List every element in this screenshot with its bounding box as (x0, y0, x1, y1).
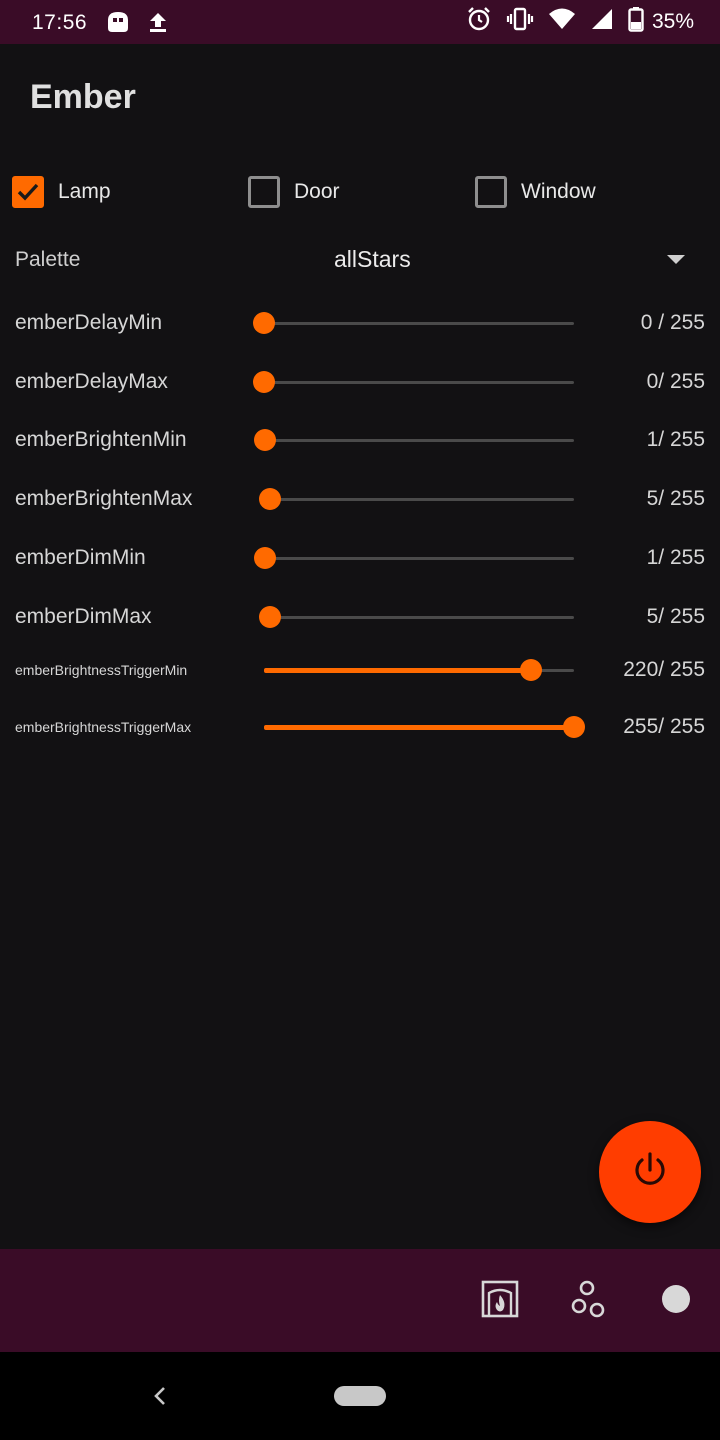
slider-value: 255/ 255 (623, 715, 705, 738)
ember-brightness-trigger-min-slider[interactable] (264, 650, 574, 690)
ember-dim-min-slider[interactable] (254, 538, 574, 578)
fireplace-icon (480, 1279, 520, 1324)
ember-brighten-max-slider[interactable] (259, 479, 574, 519)
circles-icon (569, 1279, 607, 1324)
slider-thumb[interactable] (253, 312, 275, 334)
power-icon (630, 1150, 670, 1195)
slider-thumb[interactable] (520, 659, 543, 681)
lamp-checkbox[interactable]: Lamp (12, 172, 111, 212)
slider-label: emberBrightenMax (15, 487, 193, 510)
slider-label: emberDelayMax (15, 370, 168, 393)
home-pill-button[interactable] (334, 1386, 386, 1406)
dot-icon (660, 1283, 692, 1320)
slider-value: 5/ 255 (646, 605, 705, 628)
status-time: 17:56 (32, 11, 88, 34)
dropdown-arrow-icon[interactable] (664, 252, 688, 266)
status-bar: 17:56 35% (0, 0, 720, 44)
slider-row: emberBrightenMin 1/ 255 (0, 420, 720, 460)
slider-row: emberBrightenMax 5/ 255 (0, 479, 720, 519)
wifi-icon (548, 7, 576, 37)
app-title: Ember (30, 78, 136, 116)
slider-value: 1/ 255 (646, 546, 705, 569)
signal-icon (590, 7, 614, 37)
slider-track-fill (264, 725, 574, 730)
checkbox-checked-icon (12, 176, 44, 208)
ember-brightness-trigger-max-slider[interactable] (264, 707, 585, 747)
slider-track (264, 322, 574, 325)
slider-track (264, 439, 574, 442)
palette-row: Palette allStars (0, 236, 720, 280)
alarm-icon (466, 6, 492, 38)
ember-dim-max-slider[interactable] (259, 597, 574, 637)
palette-label: Palette (15, 248, 81, 271)
slider-label: emberDimMax (15, 605, 152, 628)
device-checkbox-row: Lamp Door Window (0, 172, 720, 212)
slider-label: emberBrightnessTriggerMin (15, 662, 188, 678)
bottom-app-bar (0, 1249, 720, 1352)
palette-select[interactable]: allStars (334, 246, 411, 273)
door-label: Door (294, 180, 340, 203)
slider-value: 5/ 255 (646, 487, 705, 510)
door-checkbox[interactable]: Door (248, 172, 340, 212)
slider-label: emberDimMin (15, 546, 146, 569)
slider-label: emberBrightnessTriggerMax (15, 719, 192, 735)
slider-row: emberDimMax 5/ 255 (0, 597, 720, 637)
fireplace-button[interactable] (478, 1279, 522, 1323)
slider-thumb[interactable] (253, 371, 275, 393)
window-checkbox[interactable]: Window (475, 172, 596, 212)
lamp-label: Lamp (58, 180, 111, 203)
battery-percent: 35% (651, 10, 694, 33)
checkbox-unchecked-icon (475, 176, 507, 208)
vibrate-icon (506, 6, 534, 38)
slider-row: emberDelayMax 0/ 255 (0, 362, 720, 402)
upload-icon (146, 10, 174, 34)
window-label: Window (521, 180, 596, 203)
slider-value: 1/ 255 (646, 428, 705, 451)
patterns-button[interactable] (566, 1279, 610, 1323)
slider-thumb[interactable] (563, 716, 585, 738)
ember-delay-max-slider[interactable] (253, 362, 574, 402)
power-button[interactable] (599, 1121, 701, 1223)
slider-thumb[interactable] (259, 606, 282, 628)
slider-value: 0 / 255 (640, 311, 705, 334)
slider-track (264, 616, 574, 619)
slider-thumb[interactable] (254, 547, 277, 569)
slider-row: emberBrightnessTriggerMin 220/ 255 (0, 650, 720, 690)
app-notification-icon (104, 10, 132, 34)
system-nav-bar (0, 1352, 720, 1440)
slider-track (264, 381, 574, 384)
slider-label: emberDelayMin (15, 311, 163, 334)
slider-track-fill (264, 668, 532, 673)
slider-label: emberBrightenMin (15, 428, 187, 451)
ember-delay-min-slider[interactable] (253, 303, 574, 343)
slider-track (264, 557, 574, 560)
battery-icon (628, 6, 644, 38)
color-dot-button[interactable] (654, 1279, 698, 1323)
back-icon[interactable] (146, 1382, 174, 1410)
slider-row: emberDimMin 1/ 255 (0, 538, 720, 578)
slider-track (264, 498, 574, 501)
checkbox-unchecked-icon (248, 176, 280, 208)
slider-thumb[interactable] (259, 488, 282, 510)
slider-row: emberDelayMin 0 / 255 (0, 303, 720, 343)
slider-value: 0/ 255 (646, 370, 705, 393)
slider-value: 220/ 255 (623, 658, 705, 681)
slider-thumb[interactable] (254, 429, 277, 451)
ember-brighten-min-slider[interactable] (254, 420, 574, 460)
slider-row: emberBrightnessTriggerMax 255/ 255 (0, 707, 720, 747)
